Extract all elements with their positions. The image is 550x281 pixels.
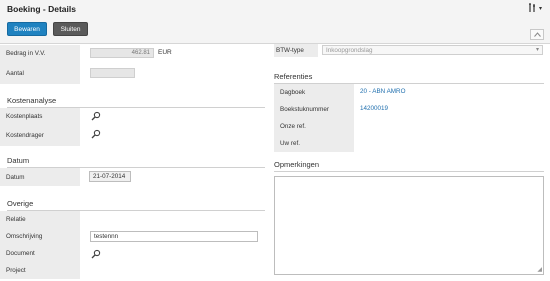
date-field[interactable]: 21-07-2014 (89, 171, 131, 182)
dagboek-label: Dagboek (274, 84, 354, 101)
uw-ref-label: Uw ref. (274, 135, 354, 152)
kostendrager-label: Kostendrager (0, 125, 80, 146)
dagboek-link[interactable]: 20 - ABN AMRO (360, 88, 406, 95)
chevron-down-icon: ▾ (535, 47, 539, 53)
boekstuk-label: Boekstuknummer (274, 101, 354, 118)
dagboek-row: Dagboek (274, 84, 544, 101)
relatie-label: Relatie (0, 211, 80, 228)
aantal-field (90, 68, 135, 78)
kostenplaats-row: Kostenplaats (0, 108, 260, 125)
amount-row: Bedrag in V.V. 462.81 EUR (0, 45, 260, 62)
page-title: Boeking - Details (7, 4, 76, 14)
close-button[interactable]: Sluiten (53, 22, 88, 36)
omschrijving-row: Omschrijving testennn (0, 228, 260, 245)
omschrijving-input[interactable]: testennn (90, 231, 258, 242)
onze-ref-row: Onze ref. (274, 118, 544, 135)
search-icon[interactable] (91, 129, 101, 139)
tools-menu[interactable]: ▾ (528, 3, 542, 13)
project-label: Project (0, 262, 80, 279)
omschrijving-label: Omschrijving (0, 228, 80, 245)
datum-label: Datum (0, 168, 80, 186)
datum-row: Datum 21-07-2014 (0, 168, 260, 186)
boekstuk-row: Boekstuknummer (274, 101, 544, 118)
project-row: Project (0, 262, 260, 279)
onze-ref-label: Onze ref. (274, 118, 354, 135)
search-icon[interactable] (91, 249, 101, 259)
section-datum: Datum (7, 156, 30, 165)
save-button[interactable]: Bewaren (7, 22, 47, 36)
amount-field: 462.81 (90, 48, 154, 58)
chevron-down-icon: ▾ (538, 5, 542, 12)
document-label: Document (0, 245, 80, 262)
aantal-label: Aantal (0, 62, 80, 84)
aantal-row: Aantal (0, 62, 260, 84)
tools-icon (528, 3, 535, 12)
btw-label: BTW-type (274, 44, 318, 57)
document-row: Document (0, 245, 260, 262)
search-icon[interactable] (91, 111, 101, 121)
section-opmerkingen: Opmerkingen (274, 160, 320, 169)
relatie-row: Relatie (0, 211, 260, 228)
kostenplaats-label: Kostenplaats (0, 108, 80, 125)
section-referenties: Referenties (274, 72, 313, 81)
boekstuk-link[interactable]: 14200019 (360, 105, 388, 112)
uw-ref-row: Uw ref. (274, 135, 544, 152)
amount-label: Bedrag in V.V. (0, 45, 80, 62)
kostendrager-row: Kostendrager (0, 125, 260, 146)
currency-label: EUR (158, 49, 172, 56)
section-kostenanalyse: Kostenanalyse (7, 96, 57, 105)
btw-value: Inkoopgrondslag (326, 47, 373, 54)
header-bar: Boeking - Details ▾ Bewaren Sluiten (0, 0, 550, 44)
opmerkingen-textarea[interactable]: ◢ (274, 176, 544, 275)
divider (274, 171, 544, 172)
chevron-up-icon[interactable] (530, 29, 544, 40)
resize-handle-icon[interactable]: ◢ (537, 266, 542, 273)
section-overige: Overige (7, 199, 34, 208)
btw-select[interactable]: Inkoopgrondslag ▾ (322, 45, 543, 55)
